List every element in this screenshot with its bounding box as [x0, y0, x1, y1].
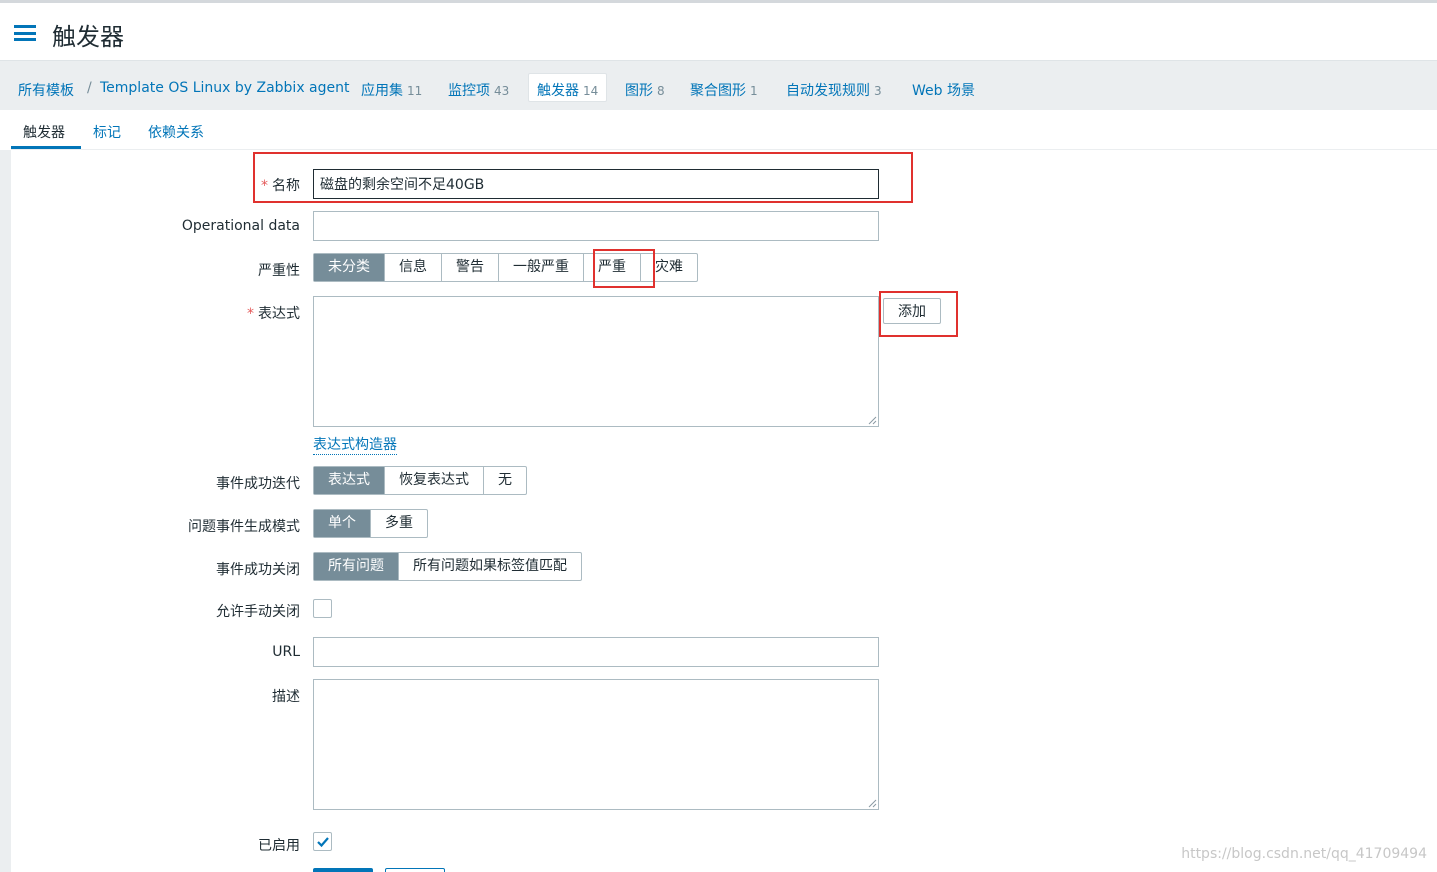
page-title: 触发器: [52, 23, 124, 51]
page-header: 触发器: [0, 3, 1437, 61]
nav-screens[interactable]: 聚合图形 1: [690, 80, 758, 100]
severity-not-classified[interactable]: 未分类: [314, 254, 385, 281]
left-margin: [0, 150, 11, 872]
tab-bar: 触发器 标记 依赖关系: [11, 110, 1437, 150]
url-input[interactable]: [313, 637, 879, 667]
clone-button[interactable]: [385, 868, 445, 872]
ok-close-label: 事件成功关闭: [216, 562, 300, 578]
watermark: https://blog.csdn.net/qq_41709494: [1181, 846, 1427, 862]
operational-data-label: Operational data: [181, 218, 300, 234]
update-button[interactable]: [313, 868, 373, 872]
severity-average[interactable]: 一般严重: [499, 254, 584, 281]
tab-trigger[interactable]: 触发器: [23, 122, 65, 142]
expression-textarea[interactable]: [313, 296, 879, 427]
ok-close-all-problems[interactable]: 所有问题: [314, 553, 399, 580]
severity-warning[interactable]: 警告: [442, 254, 499, 281]
severity-information[interactable]: 信息: [385, 254, 442, 281]
breadcrumb-separator: /: [87, 80, 92, 96]
expression-builder-link[interactable]: 表达式构造器: [313, 434, 397, 455]
nav-graphs[interactable]: 图形 8: [625, 80, 665, 100]
ok-event-recovery-expression[interactable]: 恢复表达式: [385, 467, 484, 494]
name-label: * 名称: [261, 178, 300, 194]
enabled-label: 已启用: [258, 838, 300, 854]
ok-event-selector: 表达式 恢复表达式 无: [313, 466, 527, 495]
problem-mode-multiple[interactable]: 多重: [371, 510, 427, 537]
ok-event-none[interactable]: 无: [484, 467, 526, 494]
manual-close-checkbox[interactable]: [313, 599, 332, 618]
description-label: 描述: [272, 689, 300, 705]
nav-items[interactable]: 监控项 43: [448, 80, 509, 100]
resize-handle-icon[interactable]: [867, 415, 877, 425]
ok-event-expression[interactable]: 表达式: [314, 467, 385, 494]
severity-label: 严重性: [258, 263, 300, 279]
resize-handle-icon[interactable]: [867, 798, 877, 808]
enabled-checkbox[interactable]: [313, 832, 332, 851]
manual-close-label: 允许手动关闭: [216, 604, 300, 620]
hamburger-menu-icon[interactable]: [14, 25, 36, 41]
nav-triggers[interactable]: 触发器 14: [528, 73, 608, 102]
description-textarea[interactable]: [313, 679, 879, 810]
severity-selector: 未分类 信息 警告 一般严重 严重 灾难: [313, 253, 698, 282]
problem-mode-selector: 单个 多重: [313, 509, 428, 538]
operational-data-input[interactable]: [313, 211, 879, 241]
checkmark-icon: [317, 837, 329, 848]
breadcrumb-template[interactable]: Template OS Linux by Zabbix agent: [100, 80, 350, 96]
problem-mode-single[interactable]: 单个: [314, 510, 371, 537]
name-input[interactable]: [313, 169, 879, 199]
problem-mode-label: 问题事件生成模式: [188, 519, 300, 535]
active-tab-indicator: [11, 146, 81, 149]
tab-tags[interactable]: 标记: [93, 122, 121, 142]
ok-close-selector: 所有问题 所有问题如果标签值匹配: [313, 552, 582, 581]
ok-event-label: 事件成功迭代: [216, 476, 300, 492]
expression-label: * 表达式: [247, 306, 300, 322]
severity-disaster[interactable]: 灾难: [641, 254, 697, 281]
breadcrumb: 所有模板 / Template OS Linux by Zabbix agent…: [0, 62, 1437, 110]
breadcrumb-all-templates[interactable]: 所有模板: [18, 80, 74, 100]
nav-web-scenarios[interactable]: Web 场景: [912, 80, 975, 100]
tab-dependencies[interactable]: 依赖关系: [148, 122, 204, 142]
nav-applications[interactable]: 应用集 11: [361, 80, 422, 100]
add-expression-button[interactable]: 添加: [883, 298, 941, 324]
severity-high[interactable]: 严重: [584, 254, 641, 281]
ok-close-tag-match[interactable]: 所有问题如果标签值匹配: [399, 553, 581, 580]
nav-discovery-rules[interactable]: 自动发现规则 3: [786, 80, 882, 100]
url-label: URL: [272, 644, 300, 660]
